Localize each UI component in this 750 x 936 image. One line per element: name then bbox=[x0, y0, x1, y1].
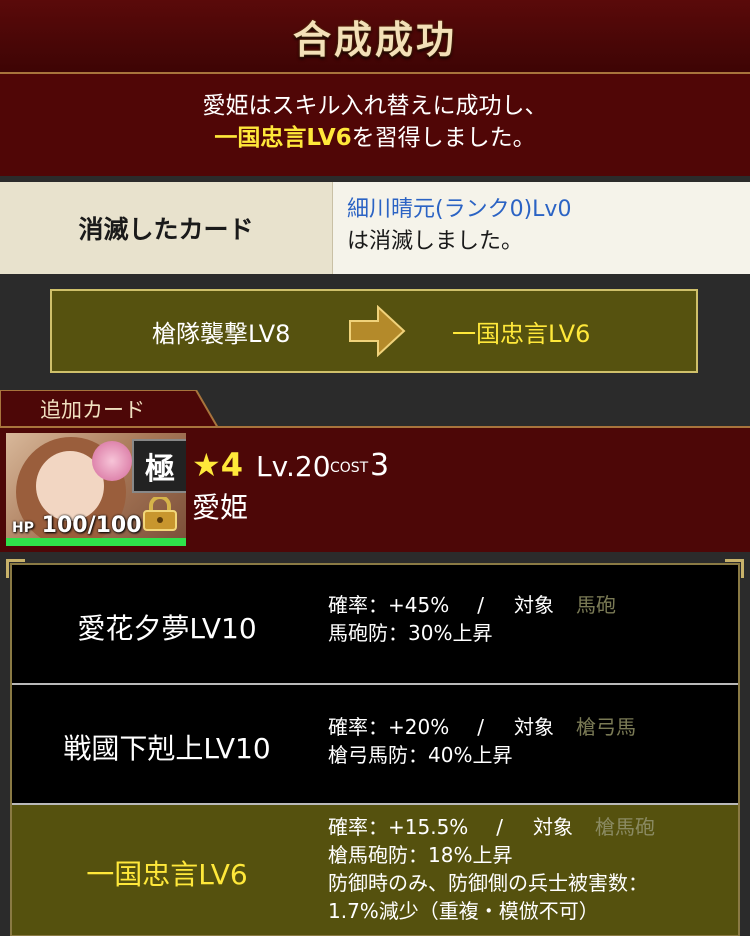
skill-target-label: 対象 bbox=[513, 715, 554, 739]
skill-swap-panel: 槍隊襲撃LV8 一国忠言LV6 bbox=[50, 289, 698, 373]
skill-desc: 確率：+20% / 対象 槍弓馬 槍弓馬防：40%上昇 bbox=[328, 713, 636, 769]
lock-icon bbox=[143, 497, 177, 531]
portrait-flower bbox=[92, 441, 132, 481]
skill-target: 槍弓馬 bbox=[575, 715, 636, 739]
right-arrow-icon bbox=[349, 305, 406, 357]
lost-card-suffix: は消滅しました。 bbox=[347, 229, 524, 254]
skill-name: 一国忠言LV6 bbox=[86, 858, 248, 891]
skill-sep: / bbox=[477, 715, 484, 739]
skill-sep: / bbox=[496, 815, 504, 839]
card-name: 愛姫 bbox=[192, 491, 249, 524]
skill-row[interactable]: 戦國下剋上LV10 確率：+20% / 対象 槍弓馬 槍弓馬防：40%上昇 bbox=[12, 685, 738, 805]
hp-bar bbox=[6, 538, 186, 546]
skill-effect: 槍弓馬防：40%上昇 bbox=[328, 743, 513, 767]
hp-value: 100/100 bbox=[41, 513, 142, 538]
rarity-value: 4 bbox=[220, 446, 243, 484]
hp-readout: HP 100/100 bbox=[12, 513, 142, 538]
result-message: 愛姫はスキル入れ替えに成功し、 一国忠言LV6を習得しました。 bbox=[0, 74, 750, 176]
skill-row[interactable]: 愛花夕夢LV10 確率：+45% / 対象 馬砲 馬砲防：30%上昇 bbox=[12, 565, 738, 685]
message-line2-suffix: を習得しました。 bbox=[351, 125, 536, 151]
skill-desc: 確率：+15.5% / 対象 槍馬砲 槍馬砲防：18%上昇 防御時のみ、防御側の兵士被… bbox=[328, 813, 655, 925]
star-icon: ★ bbox=[192, 446, 221, 484]
lost-card-panel: 消滅したカード 細川晴元(ランク0)Lv0 は消滅しました。 bbox=[0, 182, 750, 274]
kiwami-badge: 極 bbox=[132, 439, 186, 493]
result-header: 合成成功 bbox=[0, 0, 750, 74]
skill-effect: 槍馬砲防：18%上昇 bbox=[328, 843, 513, 867]
message-line2: 一国忠言LV6を習得しました。 bbox=[0, 122, 750, 154]
skill-name: 愛花夕夢LV10 bbox=[77, 612, 257, 645]
skill-rate: 確率：+15.5% bbox=[328, 815, 469, 839]
skill-target: 槍馬砲 bbox=[595, 815, 656, 839]
skill-desc: 確率：+45% / 対象 馬砲 馬砲防：30%上昇 bbox=[328, 591, 616, 647]
cost-value: 3 bbox=[370, 448, 390, 483]
skill-name: 戦國下剋上LV10 bbox=[63, 732, 271, 765]
new-skill: 一国忠言LV6 bbox=[452, 319, 591, 348]
added-card[interactable]: 極 HP 100/100 ★4 Lv.20 COST 3 愛姫 bbox=[0, 426, 750, 552]
skill-rate: 確率：+45% bbox=[328, 593, 450, 617]
added-card-tab-label: 追加カード bbox=[40, 398, 145, 422]
card-portrait[interactable]: 極 HP 100/100 bbox=[6, 433, 186, 546]
skill-effect: 馬砲防：30%上昇 bbox=[328, 621, 493, 645]
rarity-star: ★4 bbox=[192, 446, 243, 484]
skill-row-selected[interactable]: 一国忠言LV6 確率：+15.5% / 対象 槍馬砲 槍馬砲防：18%上昇 防御時のみ… bbox=[12, 805, 738, 935]
learned-skill: 一国忠言LV6 bbox=[214, 125, 352, 151]
skill-list: 愛花夕夢LV10 確率：+45% / 対象 馬砲 馬砲防：30%上昇 戦國下剋上LV1… bbox=[6, 559, 744, 936]
message-line1: 愛姫はスキル入れ替えに成功し、 bbox=[202, 93, 548, 119]
skill-effect: 防御時のみ、防御側の兵士被害数： bbox=[328, 871, 648, 895]
added-card-tab: 追加カード bbox=[0, 390, 220, 428]
page-title: 合成成功 bbox=[292, 16, 457, 62]
skill-sep: / bbox=[477, 593, 484, 617]
skill-target: 馬砲 bbox=[575, 593, 616, 617]
skill-target-label: 対象 bbox=[513, 593, 554, 617]
skill-effect: 1.7%減少（重複・模倣不可） bbox=[328, 899, 599, 923]
lost-card-label: 消滅したカード bbox=[0, 182, 333, 274]
hp-label: HP bbox=[12, 520, 34, 536]
skill-rate: 確率：+20% bbox=[328, 715, 450, 739]
lost-card-link[interactable]: 細川晴元(ランク0)Lv0 bbox=[347, 194, 750, 226]
cost-label: COST bbox=[330, 460, 369, 476]
card-level: Lv.20 bbox=[256, 450, 331, 483]
skill-target-label: 対象 bbox=[533, 815, 574, 839]
lost-card-body: 細川晴元(ランク0)Lv0 は消滅しました。 bbox=[333, 182, 750, 274]
old-skill: 槍隊襲撃LV8 bbox=[152, 319, 291, 348]
